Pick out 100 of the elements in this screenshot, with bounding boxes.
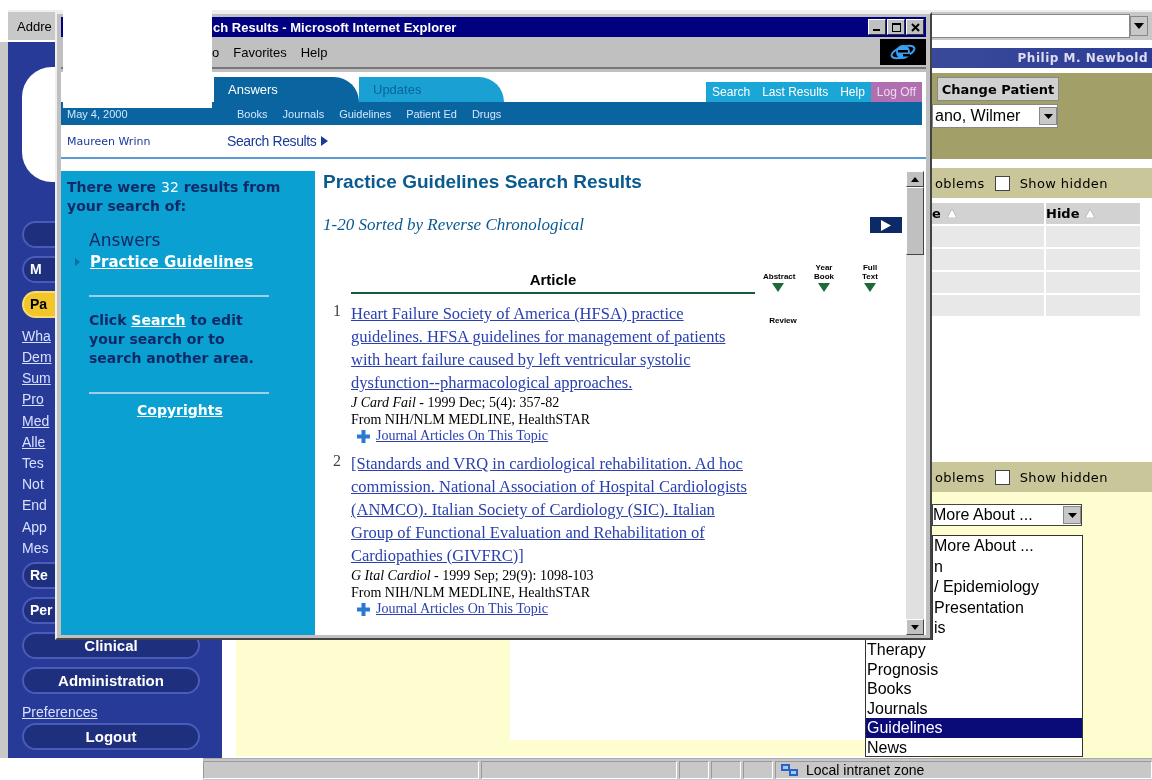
dropdown-option[interactable]: Journals: [866, 698, 1082, 718]
column-header[interactable]: Hide: [1046, 203, 1140, 224]
dropdown-option[interactable]: n: [933, 556, 1082, 577]
dropdown-option[interactable]: Books: [866, 679, 1082, 699]
section-label: oblems: [935, 469, 985, 485]
plus-icon: [357, 602, 370, 616]
dropdown-option[interactable]: News: [866, 737, 1082, 757]
area-label: Answers: [89, 230, 162, 250]
related-link[interactable]: Journal Articles On This Topic: [376, 601, 548, 617]
nav-button[interactable]: Administration: [22, 666, 200, 694]
date-label: May 4, 2000: [66, 107, 129, 120]
nav-link[interactable]: Sum: [22, 368, 51, 390]
column-header: Year Book: [813, 263, 835, 281]
status-segment: [679, 761, 709, 779]
result-link[interactable]: Heart Failure Society of America (HFSA) practice guidelines. HFSA guidelines for management of patients with heart failure caused by left ventricular systolic dysfunction--pharmacological approaches.: [351, 302, 755, 394]
nav-link[interactable]: Preferences: [22, 701, 98, 724]
sort-icon: [946, 209, 957, 218]
address-label: Addre: [17, 18, 52, 34]
status-segment: [711, 761, 741, 779]
checkbox-label: Show hidden: [1019, 175, 1108, 191]
page-heading: Practice Guidelines Search Results: [323, 171, 643, 193]
dropdown-option[interactable]: Therapy: [866, 640, 1082, 660]
dropdown-option[interactable]: Presentation: [933, 597, 1082, 618]
caret-icon: [1043, 113, 1053, 119]
down-triangle-icon: [864, 283, 876, 292]
breadcrumb-link[interactable]: Search Results: [227, 133, 329, 149]
citation: J Card Fail - 1999 Dec; 5(4): 357-82: [351, 394, 561, 411]
dropdown-button[interactable]: [1130, 16, 1148, 36]
checkbox[interactable]: [994, 469, 1010, 485]
minimize-button[interactable]: [868, 19, 886, 35]
address-field[interactable]: [929, 14, 1130, 38]
status-segment: [743, 761, 773, 779]
nav-link[interactable]: Pro: [22, 389, 44, 411]
down-triangle-icon: [818, 283, 830, 292]
source-text: From NIH/NLM MEDLINE, HealthSTAR: [351, 411, 592, 428]
dropdown-option[interactable]: is: [933, 618, 1082, 639]
source-text: From NIH/NLM MEDLINE, HealthSTAR: [351, 584, 592, 601]
nav-button[interactable]: Per: [22, 596, 55, 624]
dropdown-option[interactable]: Guidelines: [866, 718, 1082, 738]
section-link[interactable]: Guidelines: [339, 107, 392, 120]
section-link[interactable]: Books: [237, 107, 268, 120]
dropdown-option[interactable]: More About ...: [933, 536, 1082, 557]
patient-select[interactable]: ano, Wilmer: [932, 104, 1058, 128]
menu-item[interactable]: Help: [300, 44, 328, 60]
caret-icon: [1134, 23, 1144, 29]
user-name: Philip M. Newbold: [1017, 51, 1148, 65]
checkbox-label: Show hidden: [1019, 469, 1108, 485]
user-name: Maureen Wrinn: [66, 134, 152, 148]
nav-link[interactable]: Med: [22, 410, 50, 432]
nav-link[interactable]: Wha: [22, 325, 51, 347]
section-label: oblems: [935, 175, 985, 191]
section-link[interactable]: Journals: [282, 107, 325, 120]
summary-text: There were 32 results from your search of:: [67, 178, 282, 216]
nav-button[interactable]: Pa: [22, 290, 55, 318]
window-title: ch Results - Microsoft Internet Explorer: [213, 19, 457, 35]
play-icon: [881, 219, 891, 231]
nav-label: App: [22, 517, 47, 537]
abstract-label: Review: [769, 316, 797, 325]
column-header: Full Text: [861, 263, 879, 281]
related-link[interactable]: Journal Articles On This Topic: [376, 428, 548, 444]
close-button[interactable]: [906, 19, 924, 35]
result-link[interactable]: [Standards and VRQ in cardiological rehabilitation. Ad hoc commission. National Association of Hospital Cardiologists (ANMCO). Italian Society of Cardiology (SIC). Italian Group of Functional Evaluation and Rehabilitation of Cardiopathies (GIVFRC)]: [351, 452, 755, 567]
menu-item[interactable]: Favorites: [233, 44, 287, 60]
bullet-icon: [75, 258, 80, 266]
nav-label: Not: [22, 475, 44, 495]
nav-button[interactable]: M: [22, 255, 55, 283]
nav-link[interactable]: Dem: [22, 346, 52, 369]
dropdown-option[interactable]: / Epidemiology: [933, 577, 1082, 598]
close-icon: [910, 22, 920, 32]
zone-label: Local intranet zone: [806, 762, 925, 778]
hint-text: Click Search to edit your search or to search another area.: [89, 311, 255, 368]
checkbox[interactable]: [994, 175, 1010, 191]
dropdown-option[interactable]: Prognosis: [866, 659, 1082, 679]
plus-icon: [357, 429, 370, 443]
nav-label: End: [22, 496, 47, 516]
section-link[interactable]: Patient Ed: [406, 107, 457, 120]
nav-button[interactable]: Logout: [22, 723, 200, 750]
next-button[interactable]: [870, 217, 902, 233]
nav-label: Mes: [22, 538, 49, 558]
topic-select[interactable]: More About ...: [932, 504, 1082, 526]
sort-icon: [1085, 209, 1096, 218]
tab[interactable]: Answers: [214, 77, 359, 102]
result-number: 2: [332, 452, 342, 471]
down-triangle-icon: [772, 283, 784, 292]
maximize-icon: [891, 22, 901, 32]
column-header: Article: [351, 271, 755, 294]
nav-button[interactable]: Re: [22, 561, 55, 589]
down-arrow-icon: [911, 624, 919, 630]
column-header[interactable]: e: [932, 203, 1044, 224]
scrollbar-thumb[interactable]: [906, 187, 924, 255]
section-link[interactable]: Drugs: [471, 107, 502, 120]
menu-item[interactable]: o: [212, 44, 220, 60]
nav-link[interactable]: Alle: [22, 431, 46, 453]
citation: G Ital Cardiol - 1999 Sep; 29(9): 1098-103: [351, 567, 595, 584]
network-icon: [780, 762, 800, 778]
sort-label: 1-20 Sorted by Reverse Chronological: [323, 215, 584, 235]
caret-icon: [1067, 512, 1077, 518]
scrollbar[interactable]: [906, 171, 924, 635]
maximize-button[interactable]: [887, 19, 905, 35]
change-patient-button[interactable]: Change Patient: [937, 77, 1059, 101]
